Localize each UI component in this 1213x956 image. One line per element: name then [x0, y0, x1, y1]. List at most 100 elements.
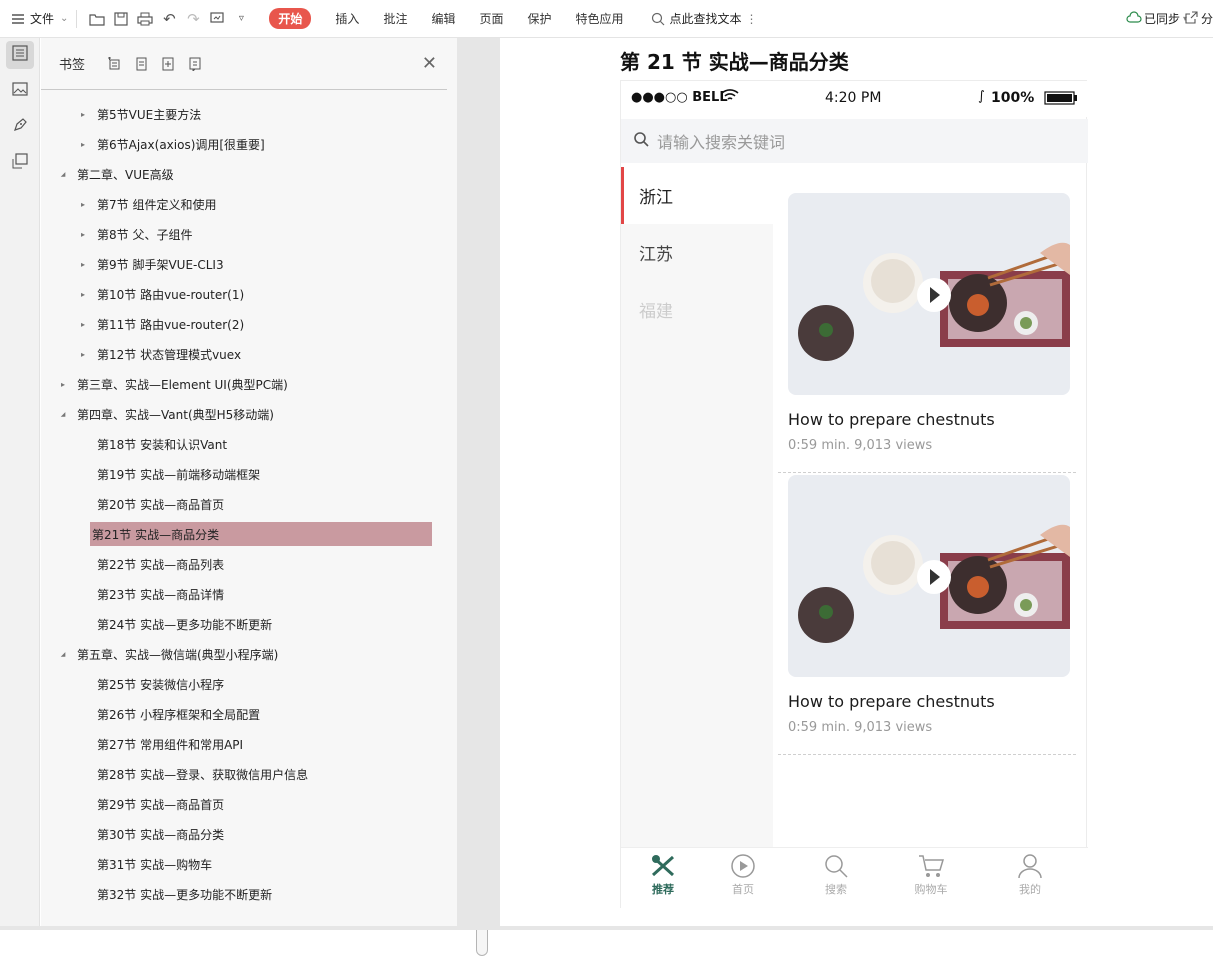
find-text-box[interactable]: 点此查找文本 ⋮ [646, 0, 758, 38]
section-heading: 第 21 节 实战—商品分类 [620, 50, 849, 74]
bookmark-label: 第24节 实战—更多功能不断更新 [97, 617, 273, 632]
bookmark-label: 第28节 实战—登录、获取微信用户信息 [97, 767, 309, 782]
bookmark-item[interactable]: ▸ 第6节Ajax(axios)调用[很重要] [77, 132, 265, 156]
undo-icon[interactable]: ↶ [157, 7, 181, 31]
share-label: 分 [1200, 12, 1213, 26]
bookmark-item[interactable]: ▸ 第8节 父、子组件 [77, 222, 192, 246]
open-folder-icon[interactable] [85, 7, 109, 31]
search-icon [646, 7, 670, 31]
format-painter-icon[interactable] [205, 7, 229, 31]
bookmark-panel-button[interactable] [6, 41, 34, 69]
bookmark-item[interactable]: 第22节 实战—商品列表 [77, 552, 224, 576]
collapse-arrow-icon[interactable]: ◢ [57, 651, 69, 658]
bookmark-item[interactable]: 第23节 实战—商品详情 [77, 582, 224, 606]
tab-me[interactable]: 我的 [1000, 854, 1060, 897]
bookmark-settings-icon[interactable] [184, 53, 206, 75]
tab-search[interactable]: 搜索 [806, 854, 866, 897]
bookmark-item[interactable]: ▸ 第7节 组件定义和使用 [77, 192, 216, 216]
bookmark-label: 第27节 常用组件和常用API [97, 737, 244, 752]
tab-edit[interactable]: 编辑 [431, 10, 455, 27]
share-icon [1185, 10, 1198, 27]
tab-cart[interactable]: 购物车 [901, 854, 961, 897]
expand-arrow-icon[interactable]: ▸ [77, 230, 89, 239]
style-panel-button[interactable] [6, 113, 34, 141]
bookmark-item[interactable]: ▸ 第9节 脚手架VUE-CLI3 [77, 252, 224, 276]
tab-insert[interactable]: 插入 [335, 10, 359, 27]
tab-label: 首页 [732, 883, 754, 896]
video-meta: 0:59 min. 9,013 views [788, 438, 933, 453]
category-item-jiangsu[interactable]: 江苏 [621, 224, 773, 281]
bookmark-item[interactable]: 第32节 实战—更多功能不断更新 [77, 882, 272, 906]
expand-arrow-icon[interactable]: ▸ [77, 110, 89, 119]
video-card[interactable]: How to prepare chestnuts 0:59 min. 9,013… [778, 193, 1076, 473]
bookmark-item[interactable]: ▸ 第11节 路由vue-router(2) [77, 312, 244, 336]
expand-all-icon[interactable] [130, 53, 152, 75]
print-icon[interactable] [133, 7, 157, 31]
card-divider [778, 472, 1076, 473]
video-thumbnail[interactable] [788, 193, 1070, 395]
bookmark-item[interactable]: 第26节 小程序框架和全局配置 [77, 702, 260, 726]
bookmark-item[interactable]: ▸ 第5节VUE主要方法 [77, 102, 201, 126]
tab-page[interactable]: 页面 [479, 10, 503, 27]
expand-arrow-icon[interactable]: ▸ [77, 200, 89, 209]
bookmark-item[interactable]: ▸ 第10节 路由vue-router(1) [77, 282, 244, 306]
more-dropdown-icon[interactable]: ▿ [229, 7, 253, 31]
video-card[interactable]: How to prepare chestnuts 0:59 min. 9,013… [778, 475, 1076, 755]
save-icon[interactable] [109, 7, 133, 31]
bookmark-item[interactable]: ◢ 第二章、VUE高级 [57, 162, 174, 186]
expand-arrow-icon[interactable]: ▸ [57, 380, 69, 389]
expand-arrow-icon[interactable]: ▸ [77, 140, 89, 149]
collapse-arrow-icon[interactable]: ◢ [57, 411, 69, 418]
category-item-fujian[interactable]: 福建 [621, 281, 773, 338]
collapse-arrow-icon[interactable]: ◢ [57, 171, 69, 178]
add-bookmark-icon[interactable] [103, 53, 125, 75]
file-menu[interactable]: 文件 ⌄ [10, 0, 68, 38]
bookmark-item[interactable]: 第18节 安装和认识Vant [77, 432, 227, 456]
phone-search-bar[interactable]: 请输入搜索关键词 [621, 119, 1088, 163]
sync-status[interactable]: 已同步 ▾ [1126, 0, 1187, 38]
bookmark-item[interactable]: ▸ 第12节 状态管理模式vuex [77, 342, 241, 366]
bookmark-item[interactable]: 第19节 实战—前端移动端框架 [77, 462, 260, 486]
bookmark-label: 第5节VUE主要方法 [97, 107, 202, 122]
play-icon[interactable] [916, 559, 952, 599]
bookmark-item[interactable]: ◢ 第四章、实战—Vant(典型H5移动端) [57, 402, 274, 426]
expand-arrow-icon[interactable]: ▸ [77, 350, 89, 359]
bookmark-item[interactable]: 第28节 实战—登录、获取微信用户信息 [77, 762, 308, 786]
tab-recommend[interactable]: 推荐 [633, 854, 693, 897]
tab-start[interactable]: 开始 [269, 8, 312, 29]
share-button[interactable]: 分 [1185, 0, 1213, 38]
bookmark-item[interactable]: 第20节 实战—商品首页 [77, 492, 224, 516]
redo-icon[interactable]: ↷ [181, 7, 205, 31]
expand-arrow-icon[interactable]: ▸ [77, 290, 89, 299]
file-menu-label: 文件 [30, 12, 55, 26]
more-options-icon[interactable]: ⋮ [746, 12, 758, 26]
bookmark-item[interactable]: 第24节 实战—更多功能不断更新 [77, 612, 272, 636]
bookmark-item-selected[interactable]: 第21节 实战—商品分类 [90, 522, 432, 546]
window-bottom-border [0, 926, 1213, 930]
collapse-all-icon[interactable] [157, 53, 179, 75]
tab-label: 购物车 [914, 883, 948, 896]
bookmark-item[interactable]: 第31节 实战—购物车 [77, 852, 212, 876]
thumbnail-panel-button[interactable] [6, 77, 34, 105]
bookmark-item[interactable]: 第29节 实战—商品首页 [77, 792, 224, 816]
video-thumbnail[interactable] [788, 475, 1070, 677]
review-panel-button[interactable] [6, 149, 34, 177]
play-icon[interactable] [916, 277, 952, 317]
bookmark-item[interactable]: ▸ 第三章、实战—Element UI(典型PC端) [57, 372, 288, 396]
bookmark-item[interactable]: 第27节 常用组件和常用API [77, 732, 243, 756]
bookmark-item[interactable]: 第25节 安装微信小程序 [77, 672, 224, 696]
category-item-zhejiang[interactable]: 浙江 [621, 167, 773, 224]
tab-protect[interactable]: 保护 [527, 10, 551, 27]
left-icon-strip [0, 38, 40, 930]
close-icon[interactable]: ✕ [422, 53, 437, 74]
expand-arrow-icon[interactable]: ▸ [77, 260, 89, 269]
expand-arrow-icon[interactable]: ▸ [77, 320, 89, 329]
bookmark-item[interactable]: 第30节 实战—商品分类 [77, 822, 224, 846]
tab-comment[interactable]: 批注 [383, 10, 407, 27]
bookmark-label: 第21节 实战—商品分类 [92, 527, 220, 542]
tab-home[interactable]: 首页 [713, 854, 773, 897]
bookmark-item[interactable]: ◢ 第五章、实战—微信端(典型小程序端) [57, 642, 279, 666]
tab-special-apps[interactable]: 特色应用 [576, 10, 624, 27]
user-icon [1017, 854, 1043, 881]
bookmark-label: 第12节 状态管理模式vuex [97, 347, 242, 362]
